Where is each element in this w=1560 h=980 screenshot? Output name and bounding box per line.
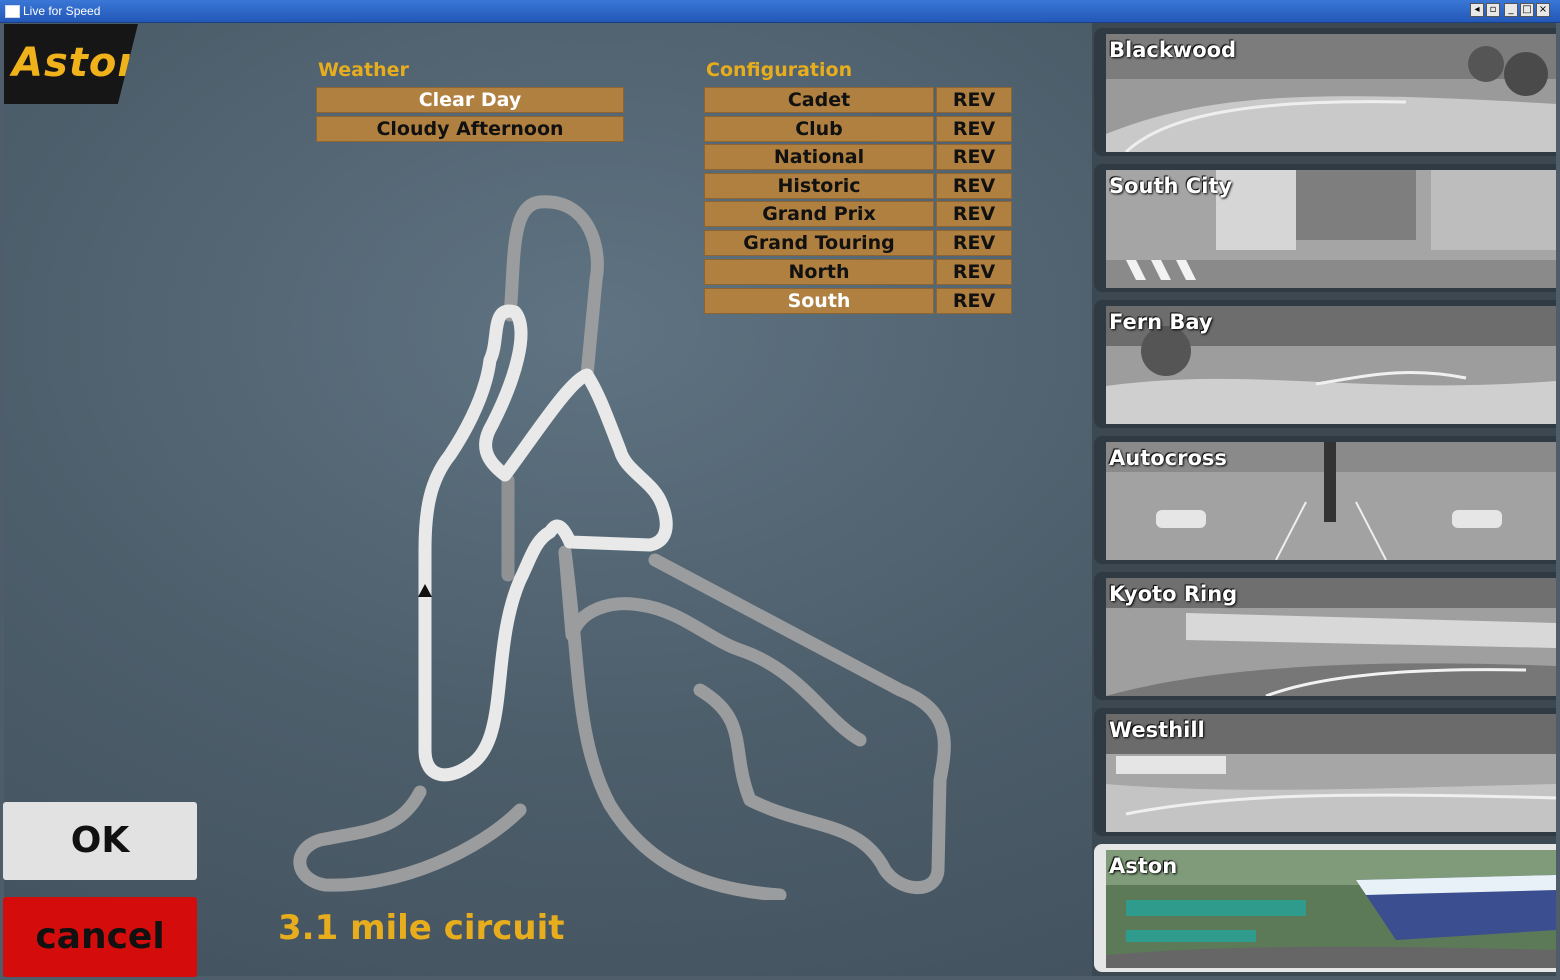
config-rev-cadet[interactable]: REV: [936, 87, 1012, 113]
selected-track-badge: Aston: [4, 24, 138, 104]
configuration-label: Configuration: [706, 59, 853, 81]
close-button[interactable]: ×: [1536, 3, 1550, 17]
track-card-westhill[interactable]: Westhill: [1094, 708, 1556, 836]
track-name: Kyoto Ring: [1109, 582, 1238, 606]
track-card-fern-bay[interactable]: Fern Bay: [1094, 300, 1556, 428]
track-card-aston[interactable]: Aston: [1094, 844, 1556, 972]
track-card-south-city[interactable]: South City: [1094, 164, 1556, 292]
track-name: Autocross: [1109, 446, 1227, 470]
weather-label: Weather: [318, 59, 409, 81]
cancel-button[interactable]: cancel: [3, 897, 197, 977]
pin-icon[interactable]: ◂: [1470, 3, 1484, 17]
track-name: Westhill: [1109, 718, 1205, 742]
config-option-cadet[interactable]: Cadet: [704, 87, 934, 113]
config-rev-national[interactable]: REV: [936, 144, 1012, 170]
weather-option-cloudy-afternoon[interactable]: Cloudy Afternoon: [316, 116, 624, 142]
window-title: Live for Speed: [23, 4, 101, 18]
config-rev-club[interactable]: REV: [936, 116, 1012, 142]
track-layout-map: [293, 195, 951, 900]
track-name: Fern Bay: [1109, 310, 1213, 334]
config-option-club[interactable]: Club: [704, 116, 934, 142]
restore-small-icon[interactable]: ▫: [1486, 3, 1500, 17]
config-option-national[interactable]: National: [704, 144, 934, 170]
window-title-bar: Live for Speed ◂ ▫ _ □ ×: [0, 0, 1560, 23]
weather-option-clear-day[interactable]: Clear Day: [316, 87, 624, 113]
circuit-length: 3.1 mile circuit: [278, 908, 565, 948]
track-card-autocross[interactable]: Autocross: [1094, 436, 1556, 564]
minimize-button[interactable]: _: [1504, 3, 1518, 17]
track-name: South City: [1109, 174, 1233, 198]
track-name: Blackwood: [1109, 38, 1237, 62]
maximize-button[interactable]: □: [1520, 3, 1534, 17]
ok-button[interactable]: OK: [3, 802, 197, 880]
track-card-kyoto-ring[interactable]: Kyoto Ring: [1094, 572, 1556, 700]
track-card-blackwood[interactable]: Blackwood: [1094, 28, 1556, 156]
app-icon: [5, 5, 20, 18]
track-name: Aston: [1109, 854, 1178, 878]
